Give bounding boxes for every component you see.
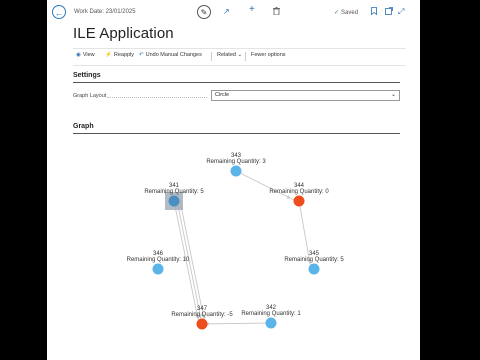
graph-canvas[interactable]: 343Remaining Quantity: 3344Remaining Qua…: [47, 140, 420, 360]
reapply-button[interactable]: ⚡ Reapply: [105, 52, 134, 58]
saved-status: ✓ Saved: [334, 9, 358, 16]
fewer-options-label: Fewer options: [251, 52, 286, 58]
graph-node-label: Remaining Quantity: 5: [144, 189, 204, 195]
work-date: Work Date: 23/01/2025: [74, 9, 136, 15]
graph-rule: [73, 133, 400, 134]
top-bar: ← Work Date: 23/01/2025 ✎ ↗ + ✓ Saved ⤢: [47, 0, 420, 26]
graph-node-label: Remaining Quantity: 10: [127, 257, 190, 263]
undo-label: Undo Manual Changes: [145, 52, 202, 58]
page-title: ILE Application: [73, 25, 174, 42]
related-label: Related: [217, 52, 236, 58]
chevron-down-icon: ⌄: [390, 92, 396, 98]
trash-icon[interactable]: [273, 7, 280, 18]
bookmark-icon[interactable]: [371, 7, 377, 18]
graph-node-341[interactable]: [168, 195, 180, 207]
dotted-leader: [107, 97, 207, 98]
divider: [245, 52, 246, 61]
graph-node-label: Remaining Quantity: 1: [241, 311, 301, 317]
graph-node-347[interactable]: [196, 318, 208, 330]
chevron-down-icon: ⌄: [237, 52, 243, 58]
settings-rule: [73, 82, 400, 83]
graph-layout-select[interactable]: Circle ⌄: [211, 90, 400, 101]
saved-label: Saved: [341, 10, 359, 16]
lightning-icon: ⚡: [105, 52, 112, 58]
checkmark-icon: ✓: [334, 10, 340, 16]
graph-edge-342-347: [198, 322, 272, 325]
graph-node-345[interactable]: [308, 263, 320, 275]
graph-node-344[interactable]: [293, 195, 305, 207]
open-in-new-window-icon[interactable]: [385, 7, 393, 18]
graph-layout-label: Graph Layout: [73, 93, 107, 99]
undo-manual-changes-button[interactable]: ↶ Undo Manual Changes: [139, 52, 202, 58]
graph-node-label: Remaining Quantity: -5: [171, 312, 233, 318]
graph-node-346[interactable]: [152, 263, 164, 275]
divider: [211, 52, 212, 61]
related-menu[interactable]: Related ⌄: [217, 52, 242, 58]
undo-icon: ↶: [139, 52, 144, 58]
graph-node-label: Remaining Quantity: 3: [206, 159, 266, 165]
action-bar: ◉ View ⚡ Reapply ↶ Undo Manual Changes Rela…: [73, 48, 406, 66]
expand-icon[interactable]: ⤢: [398, 7, 404, 17]
graph-layout-value: Circle: [215, 92, 230, 98]
fewer-options-button[interactable]: Fewer options: [251, 52, 286, 58]
graph-edge-343-344: [235, 170, 297, 202]
graph-node-label: Remaining Quantity: 5: [284, 257, 344, 263]
graph-heading[interactable]: Graph: [73, 123, 94, 130]
graph-node-343[interactable]: [230, 165, 242, 177]
plus-icon[interactable]: +: [249, 5, 255, 15]
eye-icon: ◉: [76, 52, 81, 58]
view-label: View: [82, 52, 95, 58]
page: ← Work Date: 23/01/2025 ✎ ↗ + ✓ Saved ⤢ I…: [47, 0, 420, 360]
reapply-label: Reapply: [113, 52, 135, 58]
view-button[interactable]: ◉ View: [76, 52, 95, 58]
settings-heading[interactable]: Settings: [73, 72, 101, 79]
share-icon[interactable]: ↗: [223, 7, 230, 17]
back-arrow-icon[interactable]: ←: [52, 5, 66, 19]
graph-node-342[interactable]: [265, 317, 277, 329]
graph-node-label: Remaining Quantity: 0: [269, 189, 329, 195]
pencil-icon[interactable]: ✎: [197, 5, 211, 19]
